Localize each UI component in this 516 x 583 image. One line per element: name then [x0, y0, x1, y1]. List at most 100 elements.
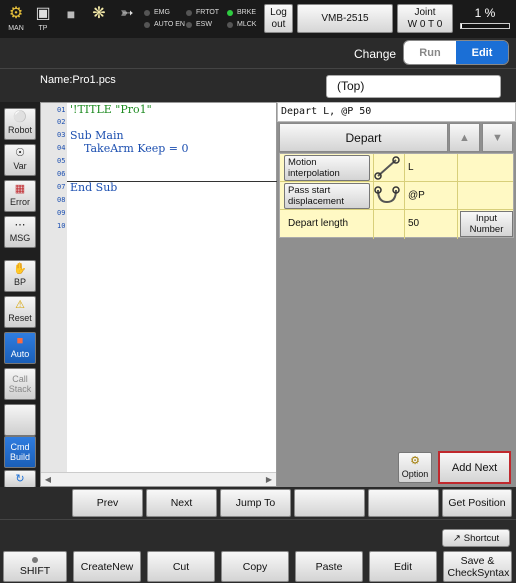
var-label: Var	[13, 161, 27, 171]
option-gear-icon: ⚙	[410, 455, 420, 467]
paste-button[interactable]: Paste	[295, 551, 363, 582]
code-line[interactable]: '!TITLE "Pro1"	[70, 103, 152, 116]
teach-pendant-icon: ▣	[35, 5, 51, 22]
cut-button[interactable]: Cut	[147, 551, 215, 582]
wrench-indicator: ➳	[114, 3, 140, 35]
scroll-right-icon[interactable]: ▶	[262, 473, 276, 486]
copy-label: Copy	[242, 560, 268, 573]
blank-sidebar-button[interactable]	[4, 404, 36, 436]
blank-nav-button-2[interactable]	[368, 489, 439, 517]
create-new-button[interactable]: CreateNew	[73, 551, 141, 582]
refresh-button[interactable]: ↻	[4, 470, 36, 488]
jump-to-label: Jump To	[235, 497, 276, 509]
move-down-button[interactable]: ▼	[482, 123, 513, 152]
jump-to-button[interactable]: Jump To	[220, 489, 291, 517]
led-frtot: FRTOT	[186, 7, 219, 19]
copy-button[interactable]: Copy	[221, 551, 289, 582]
code-line[interactable]: End Sub	[70, 181, 117, 194]
move-up-button[interactable]: ▲	[449, 123, 480, 152]
msg-label: MSG	[9, 233, 31, 243]
paste-label: Paste	[315, 560, 343, 573]
msg-button[interactable]: ⋯ MSG	[4, 216, 36, 248]
robot-label: Robot	[7, 125, 33, 135]
input-number-button[interactable]: Input Number	[460, 211, 513, 237]
get-position-button[interactable]: Get Position	[442, 489, 512, 517]
led-esw-dot	[186, 22, 192, 28]
save-check-syntax-button[interactable]: Save & CheckSyntax	[443, 551, 512, 582]
scroll-left-icon[interactable]: ◀	[41, 473, 55, 486]
shift-indicator-icon	[32, 556, 38, 563]
shortcut-button[interactable]: ↗ Shortcut	[442, 529, 510, 547]
refresh-icon: ↻	[15, 473, 25, 485]
depart-length-label: Depart length	[288, 218, 349, 229]
logout-label: Log out	[270, 6, 287, 30]
edit-label: Edit	[393, 560, 413, 573]
breakpoint-button[interactable]: ✋ BP	[4, 260, 36, 292]
reset-button[interactable]: ⚠ Reset	[4, 296, 36, 328]
robot-model-label: VMB-2515	[321, 12, 369, 24]
lamp-indicator: ❋	[86, 3, 112, 35]
navigation-bar: Prev Next Jump To Get Position	[0, 487, 516, 519]
speed-indicator[interactable]: 1 %	[458, 6, 512, 32]
pass-displacement-icon	[374, 186, 400, 204]
speed-value: 1 %	[474, 6, 496, 20]
run-edit-toggle[interactable]: Run Edit	[403, 40, 509, 65]
code-line[interactable]: TakeArm Keep = 0	[70, 142, 189, 155]
var-button[interactable]: ☉ Var	[4, 144, 36, 176]
led-brke-label: BRKE	[237, 9, 257, 16]
jog-mode-button[interactable]: Joint W 0 T 0	[397, 4, 453, 33]
motion-interpolation-value: L	[408, 162, 414, 173]
speed-bar	[460, 23, 510, 29]
program-editor[interactable]: 01 02 03 04 05 06 07 08 09 10 '!TITLE "P…	[40, 102, 277, 487]
top-status-bar: ⚙ MAN ▣ TP ■ ❋ ➳ EMG AUTO EN FRTOT ESW B…	[0, 0, 516, 38]
led-mlck: MLCK	[227, 19, 256, 31]
error-button[interactable]: ▦ Error	[4, 180, 36, 212]
command-select-button[interactable]: Depart	[279, 123, 448, 152]
run-mode-option[interactable]: Run	[404, 41, 456, 64]
warning-icon: ⚠	[15, 299, 25, 311]
command-builder-panel: Depart L, @P 50 Depart ▲ ▼ Motion interp…	[277, 102, 516, 487]
get-position-label: Get Position	[448, 497, 506, 509]
edit-button[interactable]: Edit	[369, 551, 437, 582]
option-button[interactable]: ⚙ Option	[398, 452, 432, 483]
add-next-button[interactable]: Add Next	[438, 451, 511, 484]
code-line[interactable]: Sub Main	[70, 129, 124, 142]
program-name-label: Name:Pro1.pcs	[40, 74, 116, 86]
led-brke: BRKE	[227, 7, 256, 19]
cut-label: Cut	[172, 560, 190, 573]
wrench-icon: ➳	[120, 5, 134, 22]
program-name-bar: Name:Pro1.pcs (Top)	[0, 68, 516, 102]
tool-work-label: W 0 T 0	[407, 18, 443, 30]
logout-button[interactable]: Log out	[264, 4, 293, 33]
save-check-syntax-label: Save & CheckSyntax	[447, 554, 510, 579]
next-button[interactable]: Next	[146, 489, 217, 517]
prev-button[interactable]: Prev	[72, 489, 143, 517]
man-label: MAN	[8, 25, 24, 32]
message-icon: ⋯	[14, 219, 26, 231]
scope-select[interactable]: (Top)	[326, 75, 501, 98]
led-frtot-label: FRTOT	[196, 9, 220, 16]
cmd-build-button[interactable]: Cmd Build	[4, 436, 36, 468]
auto-button[interactable]: ■ Auto	[4, 332, 36, 364]
blank-nav-button-1[interactable]	[294, 489, 365, 517]
edit-mode-option[interactable]: Edit	[456, 41, 508, 64]
line-number: 05	[57, 157, 66, 165]
horizontal-scrollbar[interactable]: ◀ ▶	[41, 472, 276, 486]
robot-model-button[interactable]: VMB-2515	[297, 4, 393, 33]
shift-button[interactable]: SHIFT	[3, 551, 67, 582]
line-number: 10	[57, 222, 66, 230]
call-stack-button[interactable]: Call Stack	[4, 368, 36, 400]
robot-button[interactable]: ⚪ Robot	[4, 108, 36, 140]
shortcut-icon: ↗	[452, 532, 461, 544]
bp-label: BP	[13, 277, 26, 287]
led-emg-dot	[144, 10, 150, 16]
param-row-depart-length: Depart length 50 Input Number	[280, 210, 513, 238]
pass-start-displacement-button[interactable]: Pass start displacement	[284, 183, 370, 209]
param-row-pass-start: Pass start displacement @P	[280, 182, 513, 210]
led-emg: EMG	[144, 7, 185, 19]
manual-mode-indicator: ⚙ MAN	[3, 3, 29, 35]
command-preview: Depart L, @P 50	[277, 102, 516, 122]
shift-label: SHIFT	[19, 564, 51, 577]
auto-label: Auto	[10, 349, 30, 359]
motion-interpolation-button[interactable]: Motion interpolation	[284, 155, 370, 181]
